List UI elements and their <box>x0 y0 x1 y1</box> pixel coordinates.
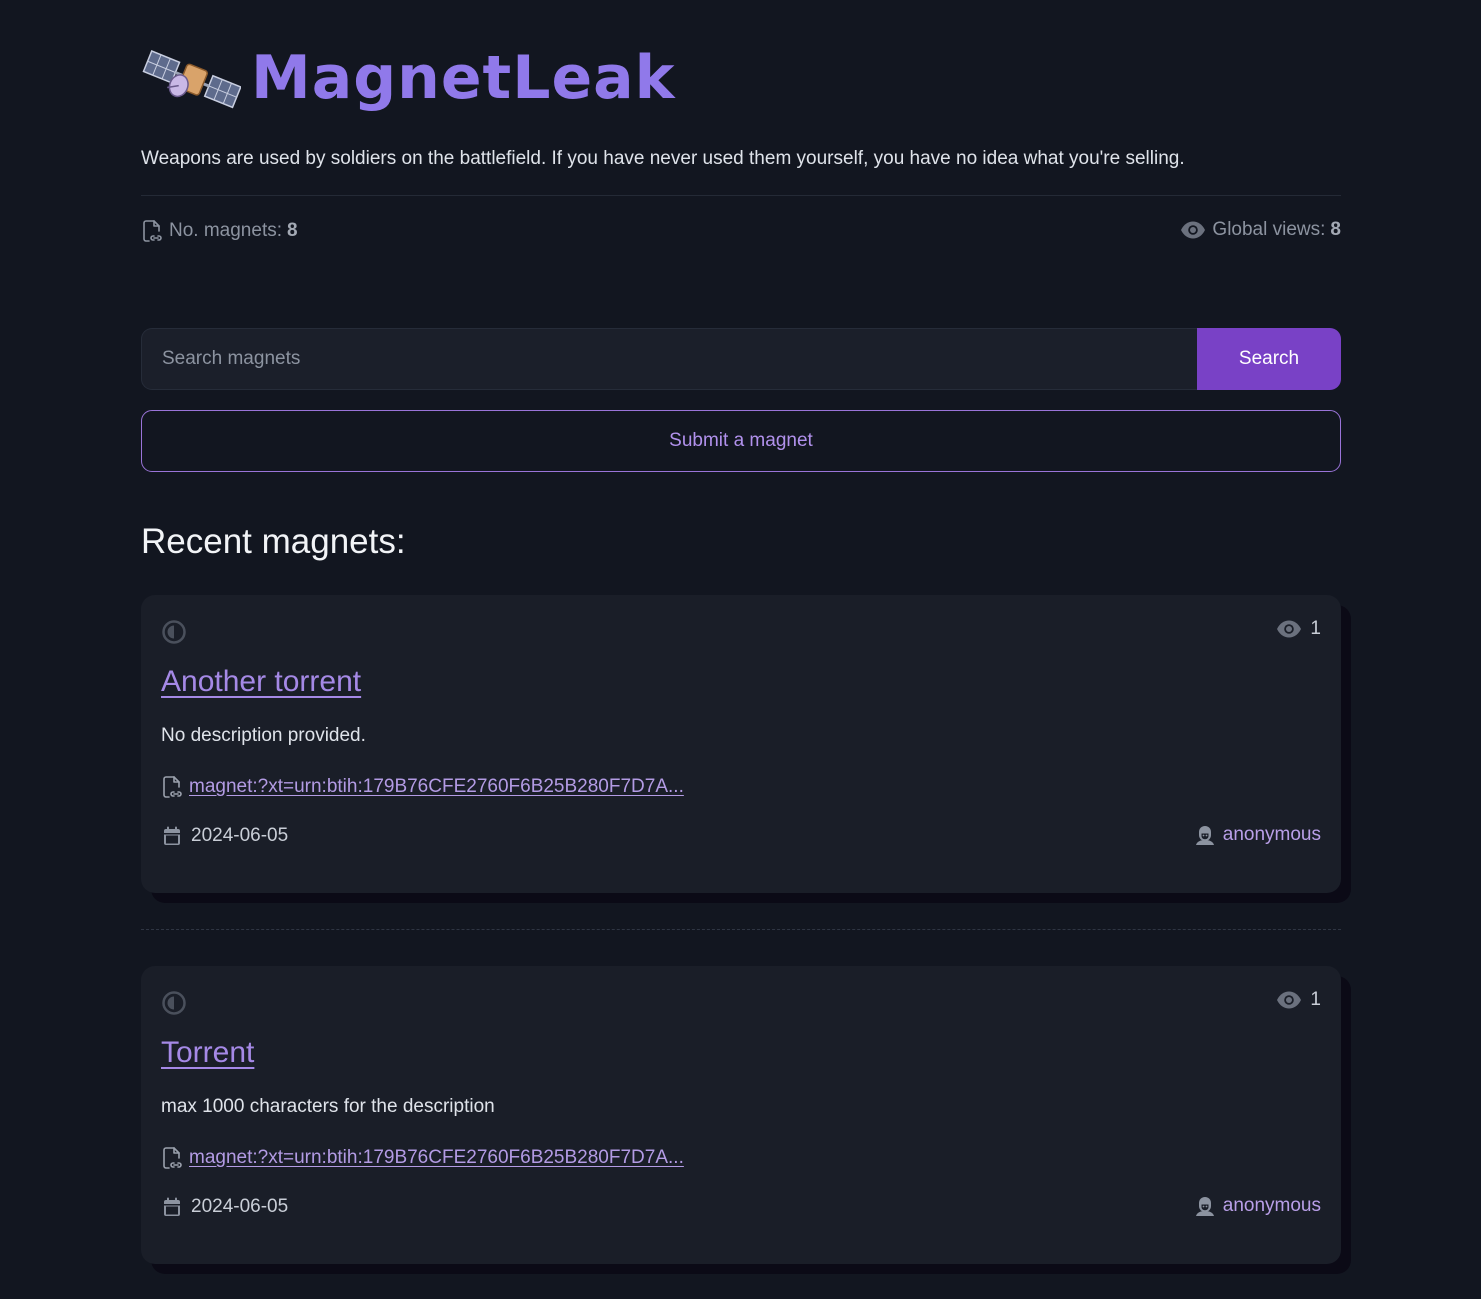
global-views-value: 8 <box>1330 219 1341 240</box>
magnet-link-row: magnet:?xt=urn:btih:179B76CFE2760F6B25B2… <box>161 775 684 799</box>
magnet-title-link[interactable]: Another torrent <box>161 665 361 699</box>
anonymous-user-icon <box>1195 826 1214 845</box>
calendar-icon <box>164 1197 180 1216</box>
magnets-count-stat: No. magnets: 8 <box>141 219 298 243</box>
magnet-title-link[interactable]: Torrent <box>161 1036 254 1070</box>
magnet-description: max 1000 characters for the description <box>161 1096 495 1117</box>
magnet-card: 1 Torrent max 1000 characters for the de… <box>141 966 1341 1264</box>
magnet-author: anonymous <box>1194 824 1321 846</box>
search-form: Search <box>141 328 1341 390</box>
search-button[interactable]: Search <box>1197 328 1341 390</box>
file-link-icon <box>163 1147 182 1169</box>
site-name: MagnetLeak <box>251 43 676 113</box>
global-views-stat: Global views: 8 <box>1180 219 1341 241</box>
magnets-count-value: 8 <box>287 220 298 241</box>
magnet-date-value: 2024-06-05 <box>191 1196 289 1217</box>
magnet-date-value: 2024-06-05 <box>191 825 289 846</box>
magnet-author-name[interactable]: anonymous <box>1223 824 1321 846</box>
submit-magnet-button[interactable]: Submit a magnet <box>141 410 1341 472</box>
card-divider <box>141 929 1341 930</box>
search-input[interactable] <box>141 328 1197 390</box>
card-views: 1 <box>1276 618 1321 640</box>
site-brand[interactable]: MagnetLeak <box>141 44 676 120</box>
magnet-link-row: magnet:?xt=urn:btih:179B76CFE2760F6B25B2… <box>161 1146 684 1170</box>
magnet-card: 1 Another torrent No description provide… <box>141 595 1341 893</box>
magnet-uri-link[interactable]: magnet:?xt=urn:btih:179B76CFE2760F6B25B2… <box>189 776 684 798</box>
magnet-date: 2024-06-05 <box>161 1196 288 1218</box>
header-divider <box>141 195 1341 196</box>
global-views-label: Global views: <box>1212 219 1326 240</box>
magnet-uri-link[interactable]: magnet:?xt=urn:btih:179B76CFE2760F6B25B2… <box>189 1147 684 1169</box>
magnet-date: 2024-06-05 <box>161 825 288 847</box>
satellite-icon <box>142 50 241 109</box>
card-views: 1 <box>1276 989 1321 1011</box>
anonymous-user-icon <box>1195 1197 1214 1216</box>
contrast-status-icon <box>162 991 186 1015</box>
eye-icon <box>1181 221 1206 239</box>
magnet-description: No description provided. <box>161 725 366 746</box>
card-views-count: 1 <box>1310 618 1321 639</box>
recent-magnets-heading: Recent magnets: <box>141 522 406 561</box>
magnet-author-name[interactable]: anonymous <box>1223 1195 1321 1217</box>
magnet-author: anonymous <box>1194 1195 1321 1217</box>
contrast-status-icon <box>162 620 186 644</box>
magnets-count-label: No. magnets: <box>169 220 282 241</box>
eye-icon <box>1277 991 1302 1009</box>
eye-icon <box>1277 620 1302 638</box>
file-link-icon <box>143 220 162 242</box>
site-tagline: Weapons are used by soldiers on the batt… <box>141 148 1185 169</box>
file-link-icon <box>163 776 182 798</box>
card-views-count: 1 <box>1310 989 1321 1010</box>
calendar-icon <box>164 826 180 845</box>
